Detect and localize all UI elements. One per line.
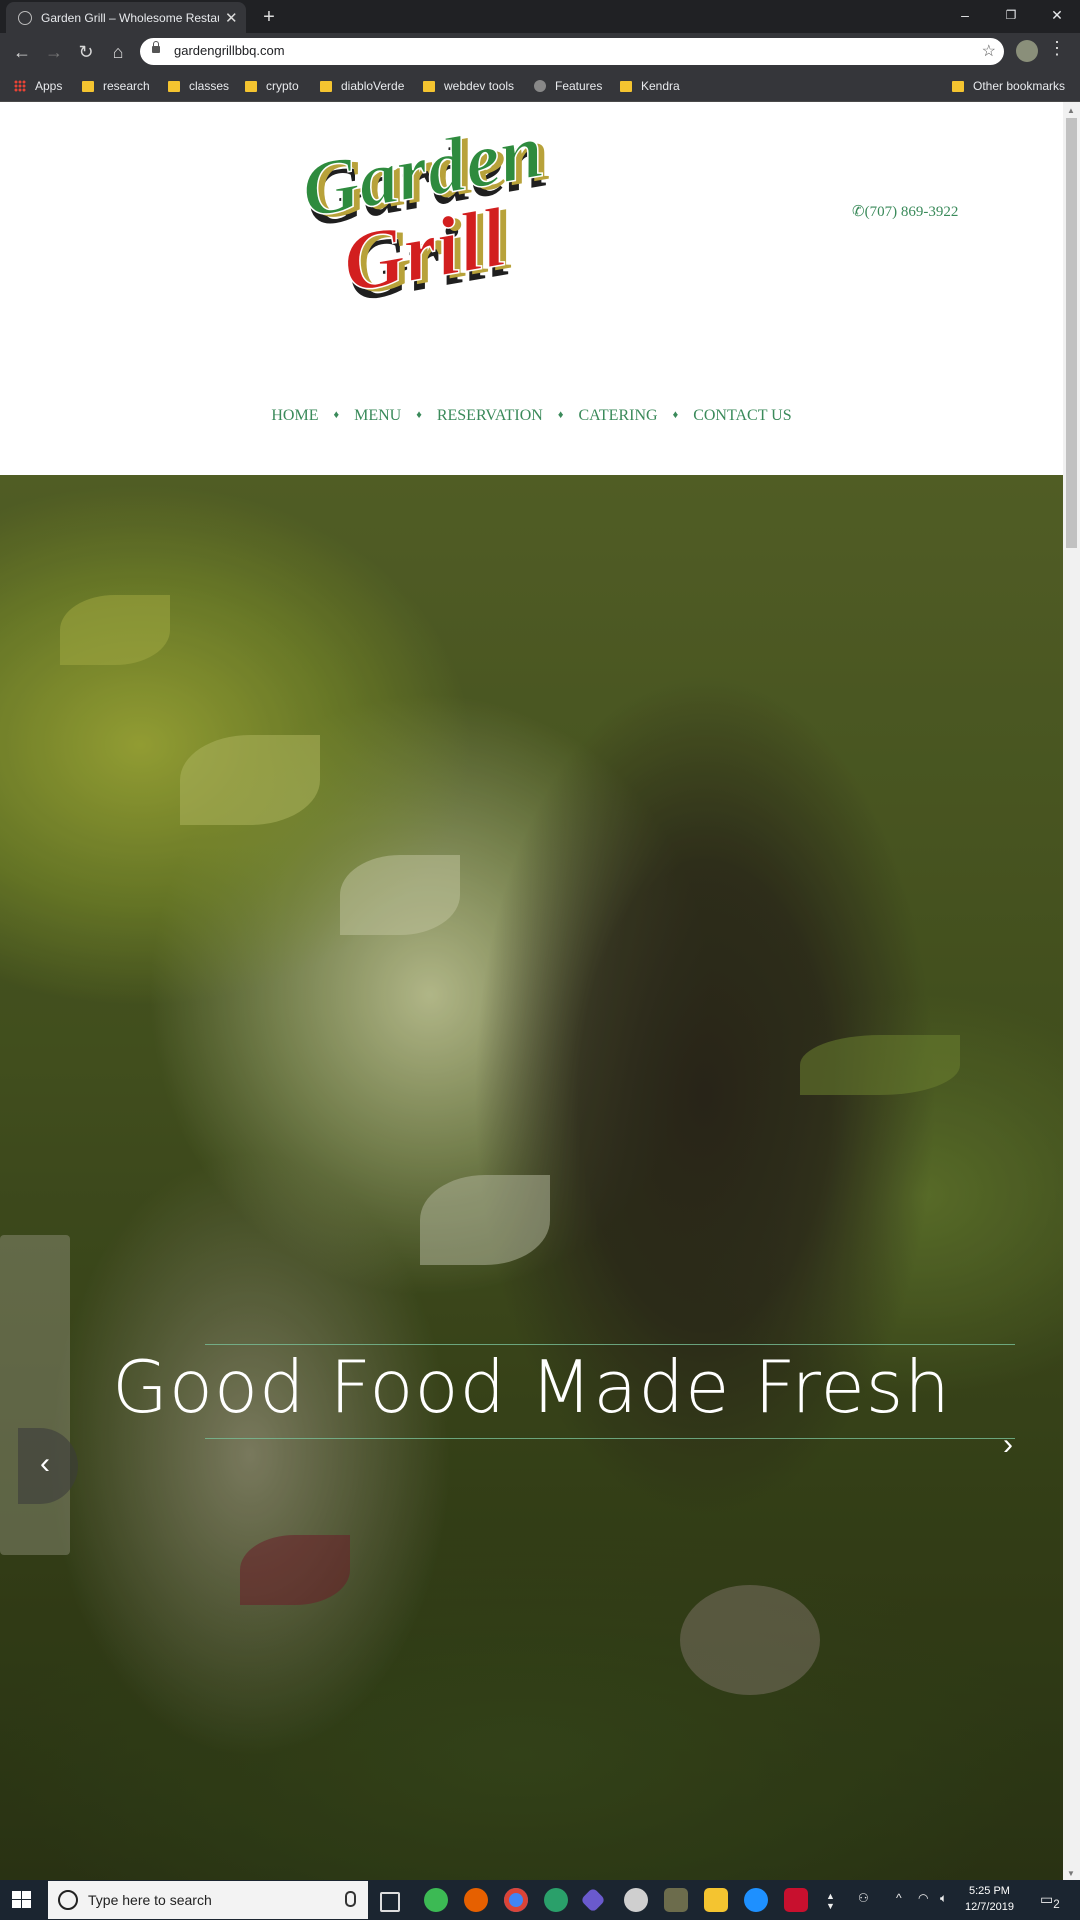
search-placeholder: Type here to search (88, 1892, 212, 1908)
garden-grill-logo[interactable]: Garden Garden Garden Grill Grill Grill (288, 105, 588, 320)
bookmark-diabloverde[interactable]: diabloVerde (320, 77, 404, 95)
folder-icon (423, 80, 435, 92)
network-icon[interactable]: ◠ (918, 1891, 928, 1905)
clock-time: 5:25 PM (968, 1885, 1010, 1897)
folder-icon (952, 80, 964, 92)
notification-count: 2 (1053, 1897, 1060, 1911)
bookmark-webdev-tools[interactable]: webdev tools (423, 77, 514, 95)
folder-icon (620, 80, 632, 92)
web-page: Garden Garden Garden Grill Grill Grill ✆… (0, 102, 1063, 1880)
folder-icon (320, 80, 332, 92)
bookmarks-bar: Apps research classes crypto diabloVerde… (0, 70, 1080, 102)
nav-catering[interactable]: CATERING (578, 407, 657, 425)
folder-icon (168, 80, 180, 92)
file-explorer-icon[interactable] (704, 1888, 728, 1912)
nav-home[interactable]: HOME (271, 407, 318, 425)
volume-icon[interactable]: 🔈︎ (940, 1891, 947, 1906)
system-clock[interactable]: 5:25 PM 12/7/2019 (965, 1883, 1014, 1915)
bookmark-label: Other bookmarks (973, 79, 1066, 93)
bookmark-classes[interactable]: classes (168, 77, 229, 95)
other-bookmarks[interactable]: Other bookmarks (952, 77, 1065, 95)
profile-avatar[interactable] (1016, 40, 1038, 62)
nav-separator: ♦ (416, 409, 422, 421)
nav-separator: ♦ (333, 409, 340, 421)
people-icon[interactable]: ⚇ (858, 1891, 869, 1905)
scrollbar-thumb[interactable] (1066, 118, 1077, 548)
browser-tab[interactable]: Garden Grill – Wholesome Restau ✕ (6, 2, 246, 33)
bookmark-label: crypto (266, 79, 299, 93)
nav-contact-us[interactable]: CONTACT US (693, 407, 791, 425)
windows-start-icon[interactable] (12, 1891, 32, 1909)
lock-icon (152, 41, 160, 53)
nav-separator: ♦ (672, 409, 679, 421)
hero-overlay (0, 475, 1063, 1880)
app-icon-teal[interactable] (544, 1888, 568, 1912)
back-arrow-icon[interactable]: ← (8, 38, 36, 66)
browser-tab-strip: Garden Grill – Wholesome Restau ✕ + – ❐ … (0, 0, 1080, 33)
nav-menu[interactable]: MENU (354, 407, 401, 425)
app-icon-diamond[interactable] (580, 1887, 606, 1913)
bookmark-star-icon[interactable]: ☆ (982, 41, 996, 61)
taskbar-search-box[interactable]: Type here to search (48, 1881, 368, 1919)
bookmark-label: webdev tools (444, 79, 515, 93)
minimize-button[interactable]: – (942, 0, 988, 30)
bookmark-label: Kendra (641, 79, 680, 93)
hero-title: Good Food Made Fresh (112, 1345, 951, 1429)
chrome-icon[interactable] (504, 1888, 528, 1912)
site-favicon-icon (18, 10, 32, 25)
browser-toolbar: ← → ↻ ⌂ gardengrillbbq.com ☆ ⋮ (0, 33, 1080, 70)
bookmark-apps[interactable]: Apps (14, 77, 62, 95)
windows-taskbar: Type here to search ▲ ▼ ⚇ ^ ◠ 🔈︎ 5:25 PM … (0, 1880, 1080, 1920)
phone-icon: ✆ (852, 204, 865, 220)
bookmark-label: Features (555, 79, 603, 93)
page-scrollbar[interactable]: ▲ ▼ (1063, 102, 1080, 1880)
main-navigation: HOME ♦ MENU ♦ RESERVATION ♦ CATERING ♦ CONTACT U… (0, 407, 1063, 425)
clock-date: 12/7/2019 (965, 1901, 1014, 1913)
scroll-down-icon[interactable]: ▼ (1067, 1869, 1075, 1878)
forward-arrow-icon[interactable]: → (40, 38, 68, 66)
tab-close-icon[interactable]: ✕ (225, 9, 238, 27)
apps-grid-icon (14, 80, 26, 92)
cortana-icon (58, 1890, 78, 1910)
tab-title: Garden Grill – Wholesome Restau (41, 10, 219, 25)
close-window-button[interactable]: ✕ (1034, 0, 1080, 30)
bookmark-label: diabloVerde (341, 79, 405, 93)
app-icon-game[interactable] (664, 1888, 688, 1912)
folder-icon (245, 80, 257, 92)
nav-reservation[interactable]: RESERVATION (437, 407, 543, 425)
bookmark-crypto[interactable]: crypto (245, 77, 299, 95)
taskbar-scroll-icon[interactable]: ▲ ▼ (826, 1891, 835, 1911)
hero-slider: Good Food Made Fresh ‹ › (0, 475, 1063, 1880)
url-text: gardengrillbbq.com (174, 43, 285, 58)
bookmark-features[interactable]: Features (534, 77, 602, 95)
notifications-icon[interactable]: ▭2 (1040, 1891, 1060, 1911)
reload-icon[interactable]: ↻ (72, 38, 100, 66)
home-icon[interactable]: ⌂ (104, 38, 132, 66)
task-view-icon[interactable] (380, 1892, 400, 1912)
nav-separator: ♦ (557, 409, 564, 421)
browser-menu-icon[interactable]: ⋮ (1048, 38, 1066, 59)
bookmark-label: Apps (35, 79, 63, 93)
firefox-icon[interactable] (464, 1888, 488, 1912)
phone-number: (707) 869-3922 (864, 204, 959, 220)
maximize-button[interactable]: ❐ (988, 0, 1034, 30)
bookmark-label: classes (189, 79, 230, 93)
bookmark-research[interactable]: research (82, 77, 150, 95)
microphone-icon[interactable] (345, 1891, 356, 1907)
slider-next-icon[interactable]: › (993, 1430, 1023, 1460)
new-tab-button[interactable]: + (255, 4, 283, 30)
folder-icon (82, 80, 94, 92)
bookmark-kendra[interactable]: Kendra (620, 77, 680, 95)
app-icon-elephant[interactable] (624, 1888, 648, 1912)
bookmark-label: research (103, 79, 150, 93)
app-icon-blue[interactable] (744, 1888, 768, 1912)
phone-number-link[interactable]: ✆(707) 869-3922 (852, 202, 958, 221)
app-icon-green[interactable] (424, 1888, 448, 1912)
scroll-up-icon[interactable]: ▲ (1067, 106, 1075, 115)
hero-divider-bottom (205, 1438, 1015, 1439)
globe-icon (534, 80, 546, 92)
mcafee-icon[interactable] (784, 1888, 808, 1912)
address-bar[interactable]: gardengrillbbq.com ☆ (140, 38, 1004, 65)
show-hidden-icons[interactable]: ^ (896, 1891, 902, 1905)
